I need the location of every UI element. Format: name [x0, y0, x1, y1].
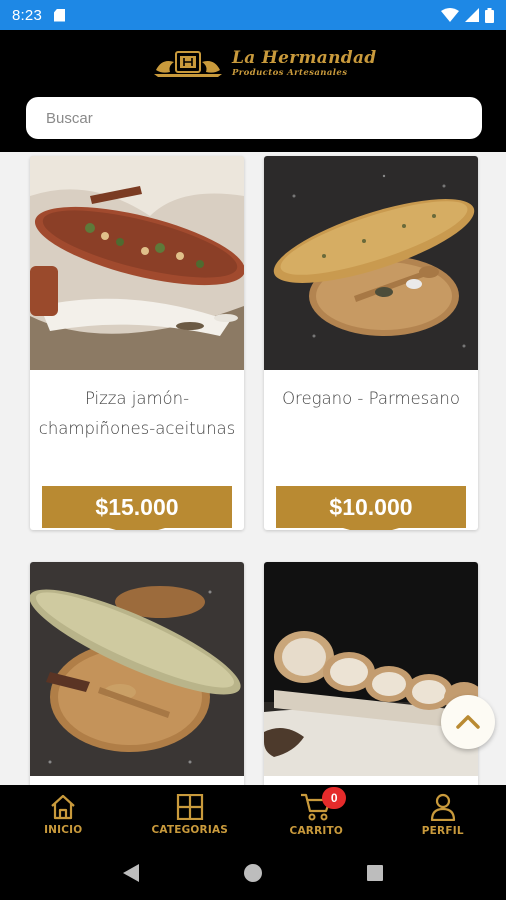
brand-subtitle: Productos Artesanales: [232, 68, 348, 79]
nav-label: PERFIL: [421, 825, 464, 837]
brand-text: La Hermandad Productos Artesanales: [232, 50, 376, 78]
status-icons: [441, 7, 494, 23]
product-card[interactable]: [30, 562, 244, 785]
product-image: [264, 562, 478, 776]
cart-count-badge: 0: [322, 787, 347, 809]
user-icon: [430, 793, 455, 821]
nav-label: CATEGORIAS: [151, 824, 229, 836]
grid-icon: [176, 794, 203, 820]
app-header: La Hermandad Productos Artesanales: [0, 30, 506, 152]
product-name: Pizza jamón-champiñones-aceitunas: [38, 389, 236, 438]
recents-icon[interactable]: [366, 864, 384, 882]
nav-item-perfil[interactable]: PERFIL: [383, 793, 503, 837]
price-wrap: $10.000: [264, 486, 478, 530]
brand-title: La Hermandad: [232, 48, 377, 69]
chevron-up-icon: [456, 715, 480, 729]
product-image: [30, 562, 244, 776]
nav-item-categorias[interactable]: CATEGORIAS: [130, 794, 250, 836]
nav-item-inicio[interactable]: INICIO: [3, 794, 123, 836]
product-grid: Pizza jamón-champiñones-aceitunas $15.00…: [0, 152, 506, 785]
sd-card-icon: [54, 8, 65, 22]
brand-logo: La Hermandad Productos Artesanales: [152, 48, 376, 80]
nav-label: INICIO: [44, 824, 83, 836]
scroll-to-top-button[interactable]: [441, 695, 495, 749]
system-nav-bar: [0, 845, 506, 900]
product-card[interactable]: Oregano - Parmesano $10.000: [264, 156, 478, 530]
battery-icon: [485, 7, 494, 23]
product-card[interactable]: Pizza jamón-champiñones-aceitunas $15.00…: [30, 156, 244, 530]
back-icon[interactable]: [122, 863, 140, 883]
status-time: 8:23: [12, 6, 42, 24]
product-image: [30, 156, 244, 370]
nav-label: CARRITO: [289, 825, 343, 837]
product-price: $15.000: [42, 486, 232, 528]
bottom-nav: INICIO CATEGORIAS 0 CARRITO PERFIL: [0, 785, 506, 845]
signal-icon: [465, 8, 479, 22]
product-name: [264, 776, 478, 785]
product-image: [264, 156, 478, 370]
nav-item-carrito[interactable]: 0 CARRITO: [256, 787, 376, 837]
brand-emblem-icon: [154, 51, 222, 77]
status-bar: 8:23: [0, 0, 506, 30]
search-box[interactable]: [26, 97, 482, 139]
search-input[interactable]: [46, 109, 482, 127]
home-circle-icon[interactable]: [243, 863, 263, 883]
price-wrap: $15.000: [30, 486, 244, 530]
product-name: [30, 776, 244, 785]
product-card[interactable]: [264, 562, 478, 785]
product-price: $10.000: [276, 486, 466, 528]
product-name: Oregano - Parmesano: [282, 389, 460, 408]
home-icon: [51, 794, 75, 820]
wifi-icon: [441, 8, 459, 22]
